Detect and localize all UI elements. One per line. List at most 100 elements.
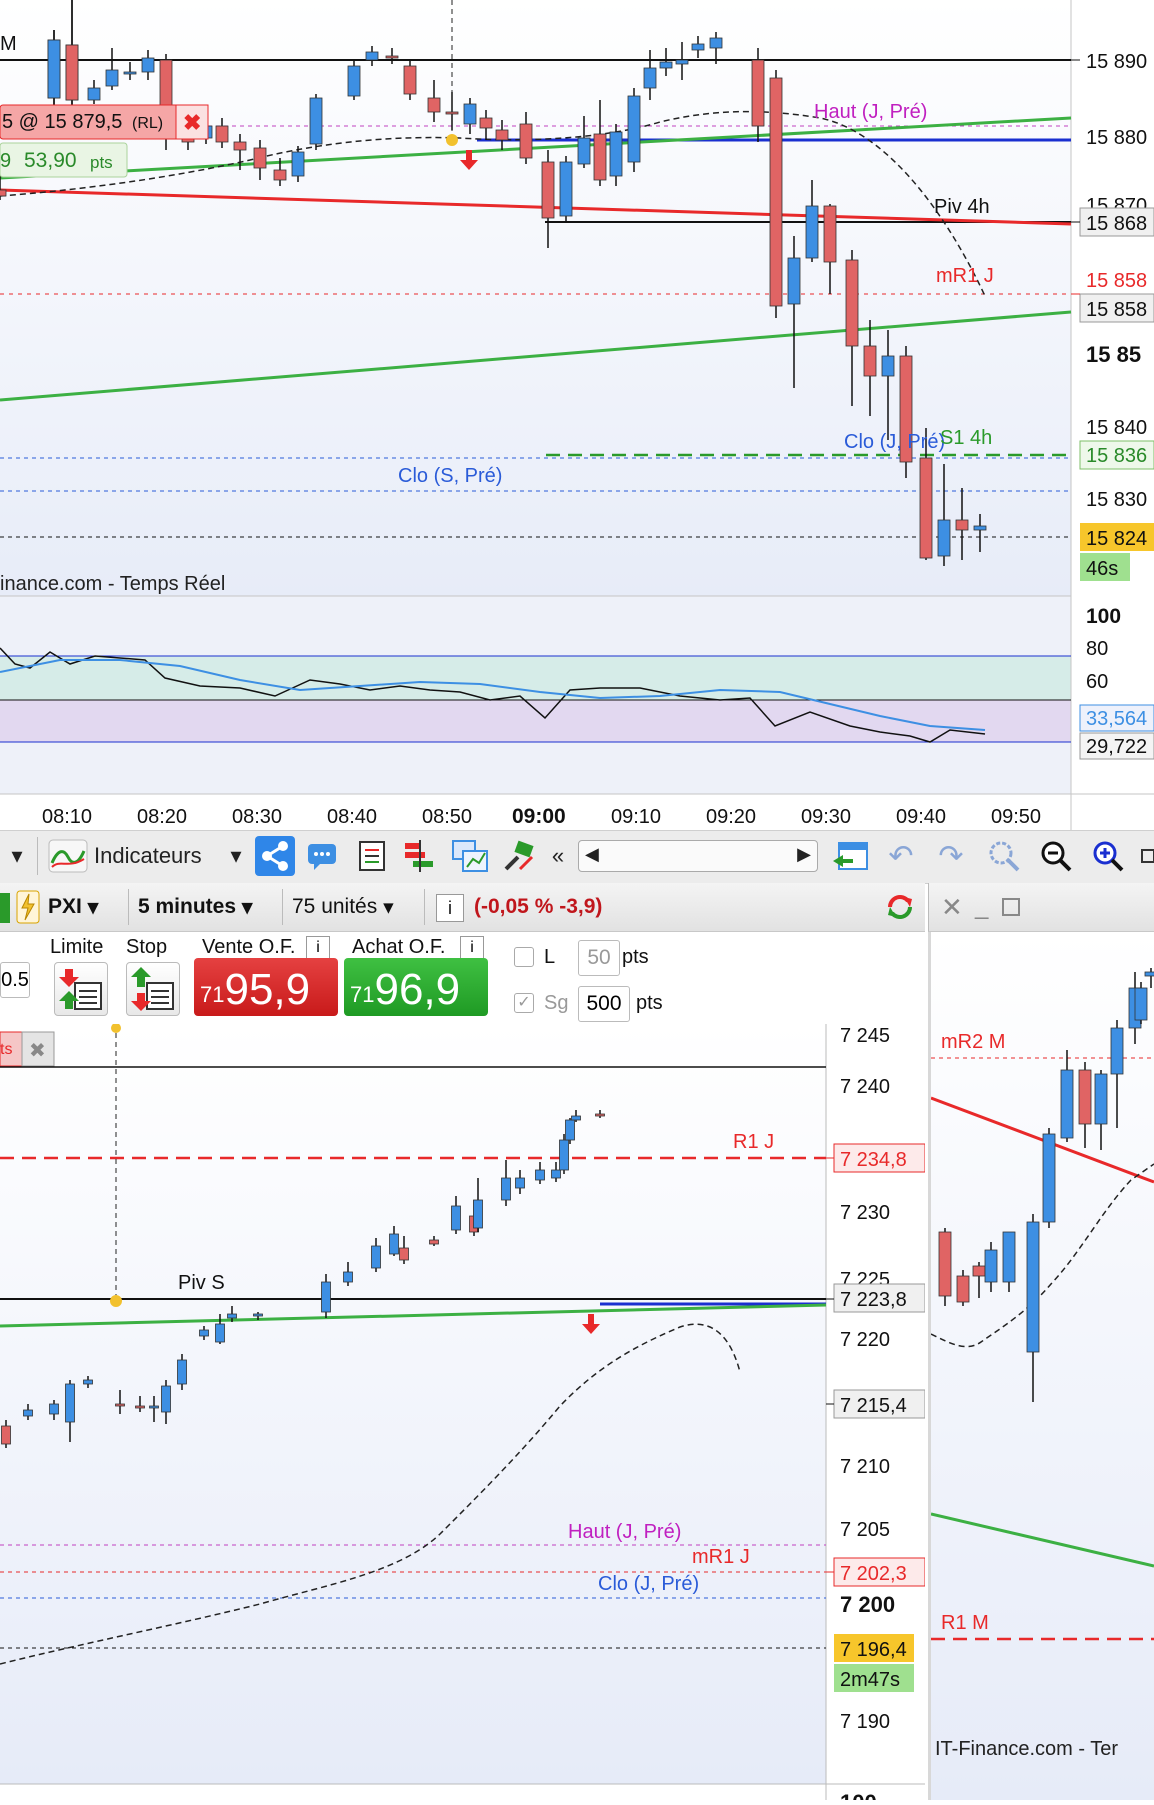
scroll-right-icon[interactable]: ▶ (797, 844, 811, 865)
share-icon[interactable] (254, 836, 296, 876)
candle-bull (881, 355, 895, 377)
right-chart-panel[interactable]: mR2 M R1 M IT-Finance.com - Ter (928, 932, 1154, 1800)
tag-badge[interactable]: ts ✖ (0, 1031, 55, 1067)
symbol-select[interactable]: PXI ▾ (48, 889, 124, 925)
price-label-piv: 15 868 (1086, 213, 1147, 235)
indicators-dropdown-icon[interactable]: ▾ (222, 837, 250, 875)
sg-checkbox[interactable]: ✓ (514, 993, 534, 1013)
candle-bear (273, 169, 287, 181)
candle-bull (627, 95, 641, 163)
candle-bear (863, 345, 877, 377)
pts-badge-prefix: 9 (0, 150, 11, 172)
undo-icon[interactable]: ↶ (884, 837, 918, 875)
l-input[interactable]: 50 (578, 940, 620, 976)
candle-bull (1026, 1221, 1040, 1353)
candle-bear (845, 259, 859, 347)
candle-bear (1078, 1069, 1092, 1125)
candle-bear (823, 205, 837, 263)
sell-button[interactable]: 71 95,9 (194, 958, 338, 1016)
zoom-area-icon[interactable] (984, 837, 1024, 875)
candle-bull (787, 257, 801, 305)
time-label: 09:10 (611, 806, 661, 828)
refresh-icon[interactable] (880, 889, 920, 925)
zoom-out-icon[interactable] (1036, 837, 1076, 875)
candle-bull (1042, 1133, 1056, 1223)
candle-bear (495, 129, 509, 141)
tools-icon[interactable] (500, 837, 538, 875)
price-label: 15 880 (1086, 127, 1147, 149)
price-label: 15 890 (1086, 51, 1147, 73)
stop-order-button[interactable] (126, 962, 180, 1016)
calendar-icon[interactable] (830, 837, 870, 875)
candle-bear (445, 111, 459, 115)
candle-bull (937, 519, 951, 557)
candle-bull (551, 1169, 561, 1179)
sell-info-icon[interactable]: i (306, 936, 330, 960)
collapse-icon[interactable]: « (546, 837, 570, 875)
indicators-button[interactable]: Indicateurs (94, 837, 218, 875)
price-label-ma: 7 215,4 (840, 1395, 907, 1417)
candle-bull (1094, 1073, 1108, 1125)
right-chart[interactable]: mR2 M R1 M IT-Finance.com - Ter (930, 932, 1154, 1800)
candle-bear (65, 44, 79, 101)
left-label: M (0, 33, 17, 55)
lightning-icon[interactable] (16, 889, 44, 925)
units-select[interactable]: 75 unités ▾ (292, 889, 422, 925)
indicator-axis-label: 60 (1086, 671, 1108, 693)
dom-icon[interactable] (402, 837, 438, 875)
more-icon[interactable] (1138, 837, 1154, 875)
candle-bear (215, 125, 229, 143)
label-r1m: R1 M (941, 1612, 989, 1634)
price-label-mr1j: 15 858 (1086, 270, 1147, 292)
time-label-major: 09:00 (512, 805, 566, 828)
price-label: 7 230 (840, 1202, 890, 1224)
time-label: 08:30 (232, 806, 282, 828)
limit-order-button[interactable] (54, 962, 108, 1016)
buy-button[interactable]: 71 96,9 (344, 958, 488, 1016)
l-checkbox[interactable] (514, 947, 534, 967)
candle-bull (463, 103, 477, 125)
candle-bear (403, 65, 417, 95)
pts-badge[interactable]: 9 53,90 pts (0, 142, 128, 178)
time-label: 09:20 (706, 806, 756, 828)
close-icon[interactable]: ✖ (183, 110, 201, 135)
minimize-window-icon[interactable]: _ (975, 889, 995, 925)
zoom-in-icon[interactable] (1088, 837, 1128, 875)
candle-bull (1002, 1231, 1016, 1283)
info-icon[interactable]: i (436, 894, 464, 922)
tag-badge-text: ts (0, 1041, 12, 1058)
sg-input[interactable]: 500 (578, 986, 630, 1022)
buy-label: Achat O.F. (352, 936, 446, 958)
time-label: 08:40 (327, 806, 377, 828)
close-window-icon[interactable]: ✕ (941, 889, 967, 925)
countdown-label: 2m47s (840, 1669, 900, 1691)
scroll-left-icon[interactable]: ◀ (585, 844, 599, 865)
quantity-input[interactable]: 0.5 (0, 962, 30, 998)
candle-bull (389, 1233, 399, 1255)
label-mr2m: mR2 M (941, 1031, 1005, 1053)
redo-icon[interactable]: ↷ (934, 837, 968, 875)
dropdown-arrow-icon[interactable]: ▾ (0, 837, 34, 875)
report-icon[interactable] (354, 837, 390, 875)
top-chart-panel[interactable]: M Haut (J, Pré) Piv 4h mR1 J Clo (J, Pré… (0, 0, 1154, 830)
bottom-chart-panel[interactable]: ts ✖ R1 J Piv S Haut (J, Pré) mR1 J Clo … (0, 1023, 926, 1805)
maximize-window-icon[interactable] (1001, 889, 1025, 925)
windows-icon[interactable] (450, 837, 490, 875)
right-window-header: ✕ _ (928, 883, 1154, 932)
candle-bull (643, 67, 657, 89)
top-chart[interactable]: M Haut (J, Pré) Piv 4h mR1 J Clo (J, Pré… (0, 0, 1154, 830)
chat-icon[interactable] (304, 837, 340, 875)
buy-info-icon[interactable]: i (460, 936, 484, 960)
scrollbar[interactable]: ◀ ▶ (578, 837, 818, 875)
bottom-chart[interactable]: ts ✖ R1 J Piv S Haut (J, Pré) mR1 J Clo … (0, 1023, 926, 1805)
interval-select[interactable]: 5 minutes ▾ (138, 889, 278, 925)
candle-bear (233, 141, 247, 151)
indicators-icon[interactable] (44, 837, 92, 875)
tag-close-icon[interactable]: ✖ (29, 1040, 46, 1062)
label-mr1j: mR1 J (936, 265, 994, 287)
order-badge[interactable]: 5 @ 15 879,5 (RL) ✖ (0, 104, 209, 140)
price-label: 7 245 (840, 1025, 890, 1047)
candle-bear (159, 59, 173, 107)
candle-bull (501, 1177, 511, 1201)
candle-bull (691, 43, 705, 51)
